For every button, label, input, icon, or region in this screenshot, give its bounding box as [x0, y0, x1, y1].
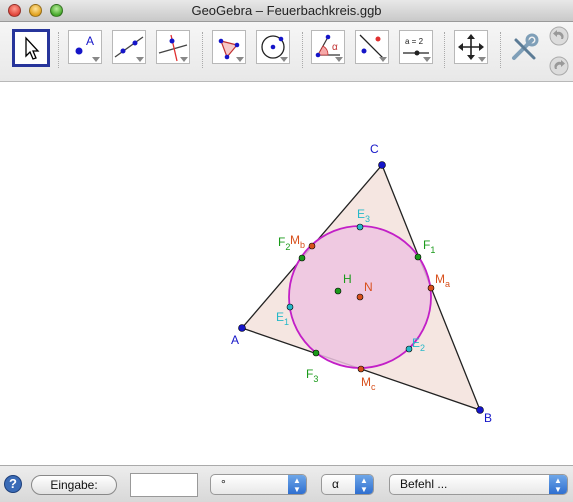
point-e3[interactable]: [356, 223, 364, 231]
label-mc: Mc: [361, 375, 376, 392]
greek-letter-select[interactable]: α ▲ ▼: [321, 474, 374, 495]
slider-tool-button[interactable]: a = 2: [399, 30, 433, 64]
toolbar-separator: [202, 32, 203, 68]
point-n[interactable]: [356, 293, 364, 301]
command-label: Befehl ...: [400, 477, 448, 491]
settings-button[interactable]: [508, 32, 540, 64]
angle-tool-button[interactable]: α: [311, 30, 345, 64]
point-mc[interactable]: [357, 365, 365, 373]
toolbar-separator: [58, 32, 59, 68]
input-label-button[interactable]: Eingabe:: [31, 475, 117, 495]
undo-icon: [549, 26, 569, 46]
point-ma[interactable]: [427, 284, 435, 292]
wrench-screwdriver-icon: [512, 33, 539, 60]
select-arrows-icon: ▲ ▼: [355, 475, 373, 494]
degree-symbol-label: °: [221, 477, 226, 491]
undo-button[interactable]: [549, 26, 569, 46]
help-icon[interactable]: ?: [4, 475, 22, 493]
label-a: A: [231, 333, 239, 347]
select-arrows-icon: ▲ ▼: [288, 475, 306, 494]
label-ma: Ma: [435, 272, 450, 289]
point-tool-button[interactable]: A: [68, 30, 102, 64]
redo-icon: [549, 56, 569, 76]
point-e1[interactable]: [286, 303, 294, 311]
label-f1: F1: [423, 238, 435, 255]
vertex-a[interactable]: [238, 324, 246, 332]
point-f3[interactable]: [312, 349, 320, 357]
title-bar: GeoGebra – Feuerbachkreis.ggb: [0, 0, 573, 22]
toolbar: A α a = 2: [0, 22, 573, 82]
label-b: B: [484, 411, 492, 425]
vertex-c[interactable]: [378, 161, 386, 169]
move-tool-button[interactable]: [12, 29, 50, 67]
circle-tool-button[interactable]: [256, 30, 290, 64]
degree-symbol-select[interactable]: ° ▲ ▼: [210, 474, 307, 495]
label-n: N: [364, 280, 373, 294]
geometry-canvas[interactable]: A B C N H E1 E2 E3 F1 F2 F3 Ma Mb Mc: [0, 83, 573, 465]
point-h[interactable]: [334, 287, 342, 295]
point-f1[interactable]: [414, 253, 422, 261]
window-title: GeoGebra – Feuerbachkreis.ggb: [191, 3, 382, 18]
label-h: H: [343, 272, 352, 286]
greek-letter-label: α: [332, 477, 339, 491]
toolbar-separator: [444, 32, 445, 68]
move-view-tool-button[interactable]: [454, 30, 488, 64]
select-arrows-icon: ▲ ▼: [549, 475, 567, 494]
reflect-tool-button[interactable]: [355, 30, 389, 64]
toolbar-separator: [500, 32, 501, 68]
perpendicular-tool-button[interactable]: [156, 30, 190, 64]
arrow-cursor-icon: [25, 36, 40, 60]
point-f2[interactable]: [298, 254, 306, 262]
toolbar-separator: [302, 32, 303, 68]
redo-button[interactable]: [549, 56, 569, 76]
polygon-tool-button[interactable]: [212, 30, 246, 64]
vertex-b[interactable]: [476, 406, 484, 414]
svg-text:A: A: [86, 34, 94, 48]
svg-text:a = 2: a = 2: [405, 37, 424, 46]
graphics-view[interactable]: A B C N H E1 E2 E3 F1 F2 F3 Ma Mb Mc: [0, 83, 573, 465]
command-select[interactable]: Befehl ... ▲ ▼: [389, 474, 568, 495]
label-f2: F2: [278, 235, 290, 252]
point-mb[interactable]: [308, 242, 316, 250]
input-field[interactable]: [130, 473, 198, 497]
input-bar: ? Eingabe: ° ▲ ▼ α ▲ ▼ Befehl ... ▲ ▼: [0, 465, 573, 502]
label-f3: F3: [306, 367, 318, 384]
label-mb: Mb: [290, 233, 305, 250]
line-tool-button[interactable]: [112, 30, 146, 64]
label-c: C: [370, 142, 379, 156]
svg-text:α: α: [332, 42, 338, 53]
